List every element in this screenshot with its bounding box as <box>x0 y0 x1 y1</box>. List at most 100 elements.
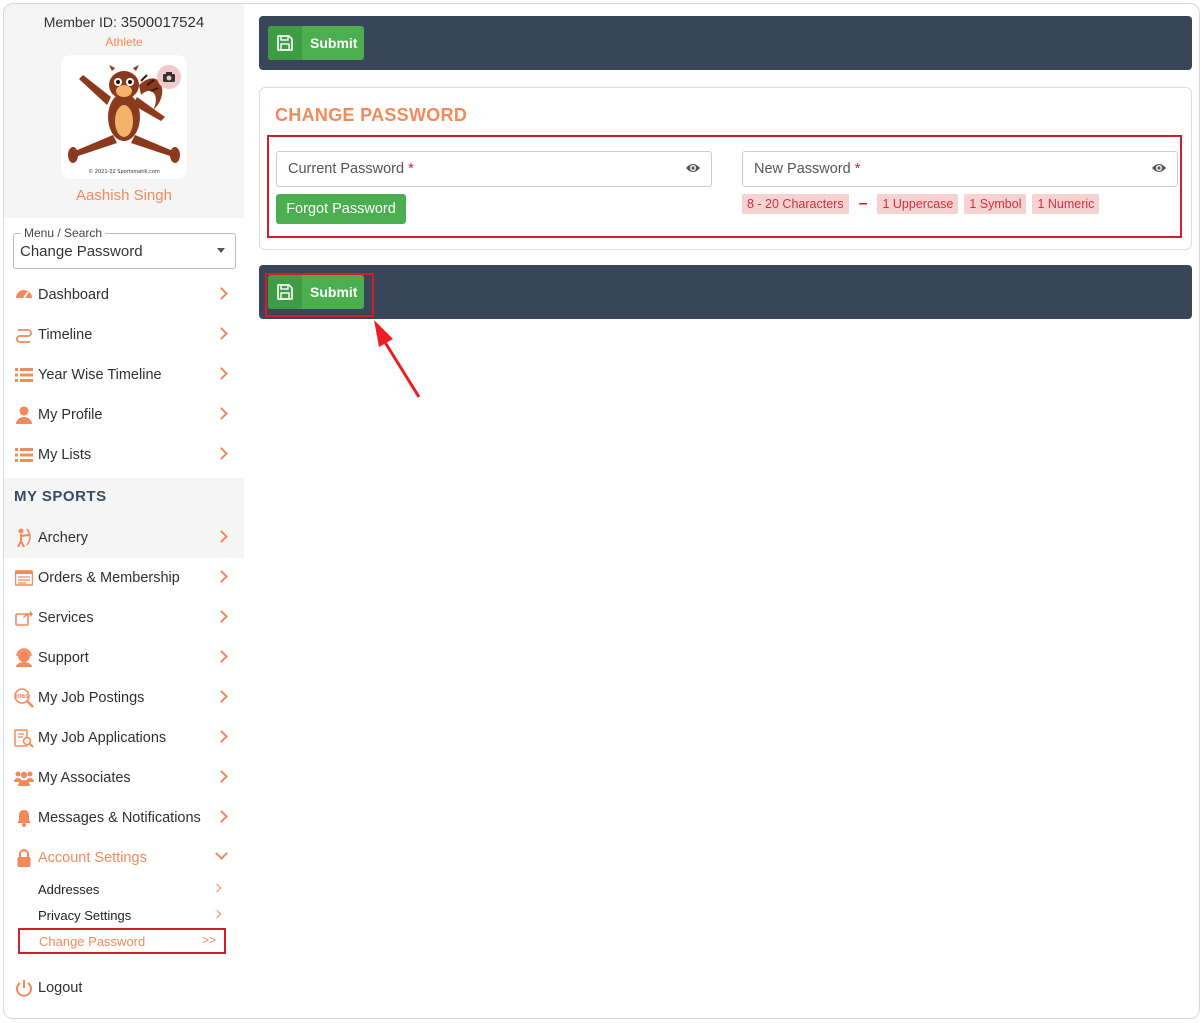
sidebar-subitem-change-password[interactable]: Change Password >> <box>18 928 226 954</box>
member-id: Member ID: 3500017524 <box>4 14 244 31</box>
sidebar-item-label: Year Wise Timeline <box>38 367 162 383</box>
sidebar: Member ID: 3500017524 Athlete © 2021-22 … <box>4 4 244 1018</box>
sidebar-item-label: My Lists <box>38 447 92 463</box>
menu-search-value: Change Password <box>20 243 143 260</box>
camera-icon[interactable] <box>157 65 181 89</box>
chevron-right-icon <box>215 530 228 543</box>
sidebar-subitem-label: Privacy Settings <box>38 907 132 923</box>
avatar[interactable]: © 2021-22 Sportsmatik.com <box>61 55 187 179</box>
sidebar-item-label: My Job Postings <box>38 690 145 706</box>
change-password-card: CHANGE PASSWORD Current Password * New P… <box>259 87 1192 250</box>
timeline-icon <box>14 325 34 345</box>
sidebar-item-account-settings[interactable]: Account Settings <box>4 838 244 878</box>
chevron-right-icon <box>215 367 228 380</box>
sidebar-item-my-job-postings[interactable]: JOBS My Job Postings <box>4 678 244 718</box>
section-title-my-sports: MY SPORTS <box>4 478 244 518</box>
double-chevron-right-icon: >> <box>201 933 216 947</box>
dashboard-icon <box>14 285 34 305</box>
chevron-right-icon <box>215 650 228 663</box>
svg-text:JOBS: JOBS <box>14 694 29 700</box>
sidebar-item-archery[interactable]: Archery <box>4 518 244 558</box>
sidebar-item-label: My Job Applications <box>38 730 167 746</box>
annotation-arrow-icon <box>374 320 421 398</box>
sidebar-item-label: Account Settings <box>38 850 147 866</box>
sidebar-item-year-wise-timeline[interactable]: Year Wise Timeline <box>4 355 244 395</box>
list-icon <box>14 445 34 465</box>
chevron-right-icon <box>215 287 228 300</box>
app-frame: Member ID: 3500017524 Athlete © 2021-22 … <box>3 3 1200 1019</box>
sidebar-item-my-job-applications[interactable]: My Job Applications <box>4 718 244 758</box>
page-title: CHANGE PASSWORD <box>275 105 468 125</box>
orders-icon <box>14 568 34 588</box>
chevron-right-icon <box>215 447 228 460</box>
chevron-down-icon <box>215 847 228 860</box>
sidebar-item-messages-notifications[interactable]: Messages & Notifications <box>4 798 244 838</box>
sidebar-item-label: Services <box>38 610 94 626</box>
caret-down-icon <box>217 248 225 253</box>
sidebar-item-label: Archery <box>38 530 88 546</box>
rule-badge: 1 Numeric <box>1032 194 1100 214</box>
bell-icon <box>14 808 34 828</box>
role-label: Athlete <box>105 35 143 49</box>
logout-label: Logout <box>38 980 83 996</box>
forgot-password-button[interactable]: Forgot Password <box>276 194 406 224</box>
rule-badge: 8 - 20 Characters <box>742 194 849 214</box>
top-action-bar: Submit <box>259 16 1192 70</box>
submit-label: Submit <box>310 35 358 51</box>
sidebar-item-my-profile[interactable]: My Profile <box>4 395 244 435</box>
chevron-right-icon <box>215 690 228 703</box>
avatar-caption: © 2021-22 Sportsmatik.com <box>88 168 160 175</box>
sidebar-item-label: Dashboard <box>38 287 109 303</box>
sidebar-item-my-associates[interactable]: My Associates <box>4 758 244 798</box>
member-id-value: 3500017524 <box>120 14 205 31</box>
user-name: Aashish Singh <box>76 187 172 204</box>
sidebar-item-label: Orders & Membership <box>38 570 180 586</box>
new-password-placeholder: New Password * <box>754 161 861 177</box>
chevron-right-icon <box>215 610 228 623</box>
password-rules: 8 - 20 Characters – 1 Uppercase 1 Symbol… <box>742 194 1105 214</box>
new-password-field[interactable]: New Password * <box>742 151 1178 187</box>
sidebar-item-label: Support <box>38 650 89 666</box>
jobs-icon: JOBS <box>14 688 34 708</box>
sidebar-subitem-label: Addresses <box>38 881 100 897</box>
sidebar-subitem-addresses[interactable]: Addresses <box>38 877 226 901</box>
users-icon <box>14 768 34 788</box>
menu-search-select[interactable]: Menu / Search Change Password <box>13 226 236 269</box>
chevron-right-icon <box>212 909 222 919</box>
sidebar-item-orders-membership[interactable]: Orders & Membership <box>4 558 244 598</box>
rule-badge: 1 Symbol <box>964 194 1027 214</box>
sidebar-item-my-lists[interactable]: My Lists <box>4 435 244 475</box>
rule-separator: – <box>858 195 868 212</box>
sidebar-item-dashboard[interactable]: Dashboard <box>4 275 244 315</box>
bottom-action-bar: Submit <box>259 265 1192 319</box>
sidebar-item-label: Messages & Notifications <box>38 810 201 826</box>
headset-icon <box>14 648 34 668</box>
menu-search-legend: Menu / Search <box>21 226 106 240</box>
sidebar-item-label: Timeline <box>38 327 93 343</box>
chevron-right-icon <box>215 570 228 583</box>
submit-button-top[interactable]: Submit <box>268 26 364 60</box>
archery-icon <box>14 528 34 548</box>
sidebar-item-timeline[interactable]: Timeline <box>4 315 244 355</box>
chevron-right-icon <box>212 883 222 893</box>
current-password-field[interactable]: Current Password * <box>276 151 712 187</box>
eye-icon[interactable] <box>685 161 701 179</box>
sidebar-item-support[interactable]: Support <box>4 638 244 678</box>
sidebar-subitem-label: Change Password <box>39 933 146 949</box>
rule-badge: 1 Uppercase <box>877 194 959 214</box>
save-icon <box>268 26 302 60</box>
chevron-right-icon <box>215 327 228 340</box>
member-id-label: Member ID: <box>43 14 117 30</box>
sidebar-item-services[interactable]: Services <box>4 598 244 638</box>
logout-link[interactable]: Logout <box>4 968 244 1008</box>
sidebar-item-label: My Profile <box>38 407 103 423</box>
sidebar-item-label: My Associates <box>38 770 131 786</box>
current-password-placeholder: Current Password * <box>288 161 414 177</box>
eye-icon[interactable] <box>1151 161 1167 179</box>
lock-icon <box>14 848 34 868</box>
share-icon <box>14 608 34 628</box>
submit-highlight-box <box>265 273 374 317</box>
profile-card: Member ID: 3500017524 Athlete © 2021-22 … <box>4 4 244 218</box>
user-icon <box>14 405 34 425</box>
sidebar-subitem-privacy-settings[interactable]: Privacy Settings <box>38 903 226 927</box>
